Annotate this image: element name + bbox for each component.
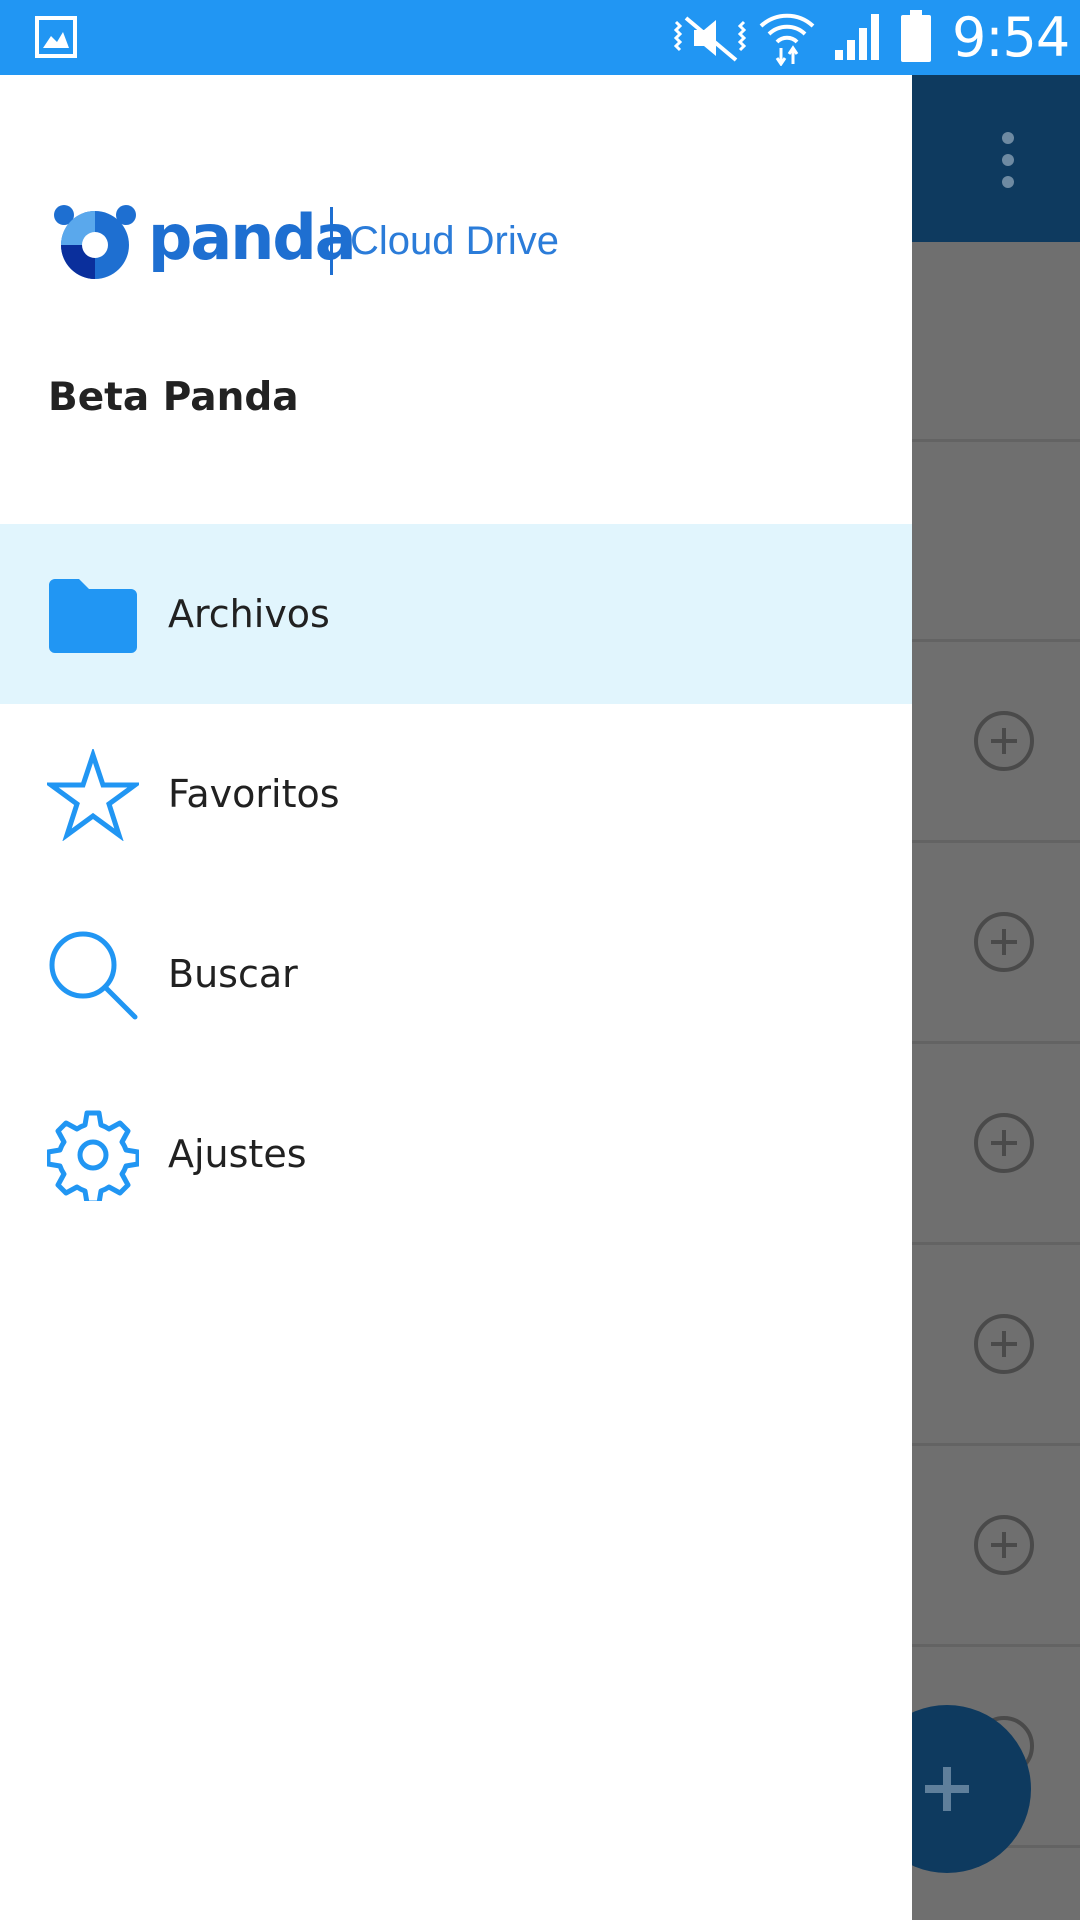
status-clock: 9:54 bbox=[952, 6, 1070, 69]
logo-divider bbox=[330, 207, 333, 275]
gallery-icon bbox=[35, 16, 77, 58]
folder-icon bbox=[49, 579, 137, 653]
gear-icon bbox=[47, 1110, 139, 1201]
brand-name: panda bbox=[148, 201, 357, 274]
add-circle-icon[interactable] bbox=[973, 1514, 1035, 1576]
add-circle-icon[interactable] bbox=[973, 911, 1035, 973]
plus-icon bbox=[925, 1767, 969, 1811]
drawer-menu: Archivos Favoritos Buscar Ajustes bbox=[0, 524, 912, 1244]
add-circle-icon[interactable] bbox=[973, 1313, 1035, 1375]
vibrate-mute-icon bbox=[673, 16, 747, 62]
navigation-drawer: panda Cloud Drive Beta Panda Archivos Fa… bbox=[0, 75, 912, 1920]
drawer-item-label: Favoritos bbox=[168, 772, 340, 816]
drawer-item-label: Buscar bbox=[168, 952, 298, 996]
account-name: Beta Panda bbox=[48, 375, 299, 420]
star-icon bbox=[47, 749, 139, 841]
add-circle-icon[interactable] bbox=[973, 1112, 1035, 1174]
panda-logo-icon bbox=[54, 205, 136, 279]
drawer-item-buscar[interactable]: Buscar bbox=[0, 884, 912, 1064]
status-bar: 9:54 bbox=[0, 0, 1080, 75]
wifi-icon bbox=[759, 13, 815, 66]
more-options-icon[interactable] bbox=[990, 130, 1026, 190]
drawer-item-ajustes[interactable]: Ajustes bbox=[0, 1064, 912, 1244]
drawer-item-label: Archivos bbox=[168, 592, 330, 636]
product-name: Cloud Drive bbox=[350, 219, 559, 263]
app-logo: panda Cloud Drive bbox=[52, 195, 612, 285]
signal-icon bbox=[835, 14, 879, 60]
add-circle-icon[interactable] bbox=[973, 710, 1035, 772]
battery-icon bbox=[901, 10, 931, 62]
drawer-item-favoritos[interactable]: Favoritos bbox=[0, 704, 912, 884]
search-icon bbox=[49, 931, 138, 1020]
drawer-item-archivos[interactable]: Archivos bbox=[0, 524, 912, 704]
drawer-item-label: Ajustes bbox=[168, 1132, 307, 1176]
screen: 9:54 panda Cloud Drive Beta Panda Archiv… bbox=[0, 0, 1080, 1920]
